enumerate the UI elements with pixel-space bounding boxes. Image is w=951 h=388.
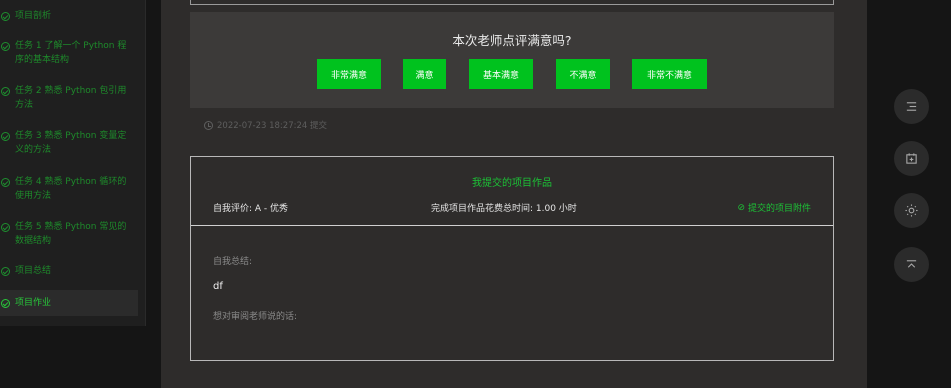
sidebar-item-task-5[interactable]: 任务 5 熟悉 Python 常见的数据结构 xyxy=(0,220,138,248)
total-time: 完成项目作品花费总时间: 1.00 小时 xyxy=(431,204,577,214)
sidebar-item-homework[interactable]: 项目作业 xyxy=(0,290,138,316)
back-to-top-button[interactable] xyxy=(894,247,929,282)
calendar-add-button[interactable] xyxy=(894,141,929,176)
check-circle-icon xyxy=(1,223,10,232)
survey-title: 本次老师点评满意吗? xyxy=(452,33,572,48)
sidebar-item-label: 项目剖析 xyxy=(15,11,52,21)
work-card-header: 我提交的项目作品 自我评价: A - 优秀 完成项目作品花费总时间: 1.00 … xyxy=(191,157,833,226)
sidebar-item-label: 任务 4 熟悉 Python 循环的使用方法 xyxy=(15,177,127,201)
sidebar-item-label: 任务 1 了解一个 Python 程序的基本结构 xyxy=(15,41,127,65)
sidebar-item-label: 任务 3 熟悉 Python 变量定义的方法 xyxy=(15,131,127,155)
check-circle-icon xyxy=(1,178,10,187)
sidebar-item-task-2[interactable]: 任务 2 熟悉 Python 包引用方法 xyxy=(0,84,138,112)
page: 项目剖析 任务 1 了解一个 Python 程序的基本结构 任务 2 熟悉 Py… xyxy=(0,0,951,388)
list-indent-icon xyxy=(906,102,917,111)
sidebar-item-analysis[interactable]: 项目剖析 xyxy=(0,9,138,23)
outline-button[interactable] xyxy=(894,89,929,124)
back-to-top-icon xyxy=(906,260,917,268)
work-title: 我提交的项目作品 xyxy=(472,178,552,189)
attachment-link[interactable]: ⊘ 提交的项目附件 xyxy=(737,201,811,215)
rate-very-satisfied-button[interactable]: 非常满意 xyxy=(317,59,381,89)
check-circle-icon xyxy=(1,267,10,276)
sidebar-item-label: 任务 5 熟悉 Python 常见的数据结构 xyxy=(15,222,127,246)
submitted-work-card: 我提交的项目作品 自我评价: A - 优秀 完成项目作品花费总时间: 1.00 … xyxy=(190,156,834,361)
sidebar-item-label: 项目作业 xyxy=(15,298,52,308)
check-circle-icon xyxy=(1,132,10,141)
rate-basically-satisfied-button[interactable]: 基本满意 xyxy=(469,59,533,89)
calendar-add-icon xyxy=(906,153,917,164)
check-circle-icon xyxy=(1,12,10,21)
submit-timestamp: 2022-07-23 18:27:24 提交 xyxy=(204,119,327,131)
sidebar-item-task-3[interactable]: 任务 3 熟悉 Python 变量定义的方法 xyxy=(0,129,138,157)
summary-label: 自我总结: xyxy=(213,257,253,267)
sidebar-item-label: 任务 2 熟悉 Python 包引用方法 xyxy=(15,86,127,110)
check-circle-icon xyxy=(1,298,10,308)
sidebar: 项目剖析 任务 1 了解一个 Python 程序的基本结构 任务 2 熟悉 Py… xyxy=(0,0,146,326)
paperclip-icon: ⊘ xyxy=(737,202,745,213)
sidebar-item-task-1[interactable]: 任务 1 了解一个 Python 程序的基本结构 xyxy=(0,39,138,67)
rate-satisfied-button[interactable]: 满意 xyxy=(403,59,446,89)
sidebar-item-summary[interactable]: 项目总结 xyxy=(0,264,138,278)
brightness-icon xyxy=(905,204,918,217)
rate-very-unsatisfied-button[interactable]: 非常不满意 xyxy=(632,59,707,89)
summary-value: df xyxy=(213,281,223,292)
reviewer-message-label: 想对审阅老师说的话: xyxy=(213,312,298,322)
check-circle-icon xyxy=(1,42,10,51)
sidebar-item-task-4[interactable]: 任务 4 熟悉 Python 循环的使用方法 xyxy=(0,175,138,203)
brightness-button[interactable] xyxy=(894,193,929,228)
previous-card-edge xyxy=(190,0,834,5)
attachment-link-label: 提交的项目附件 xyxy=(747,204,811,214)
clock-icon xyxy=(204,120,213,130)
sidebar-item-label: 项目总结 xyxy=(15,266,52,276)
rate-unsatisfied-button[interactable]: 不满意 xyxy=(556,59,610,89)
timestamp-text: 2022-07-23 18:27:24 提交 xyxy=(217,121,327,131)
self-evaluation: 自我评价: A - 优秀 xyxy=(213,204,289,214)
satisfaction-survey: 本次老师点评满意吗? 非常满意 满意 基本满意 不满意 非常不满意 xyxy=(190,12,834,108)
check-circle-icon xyxy=(1,87,10,96)
